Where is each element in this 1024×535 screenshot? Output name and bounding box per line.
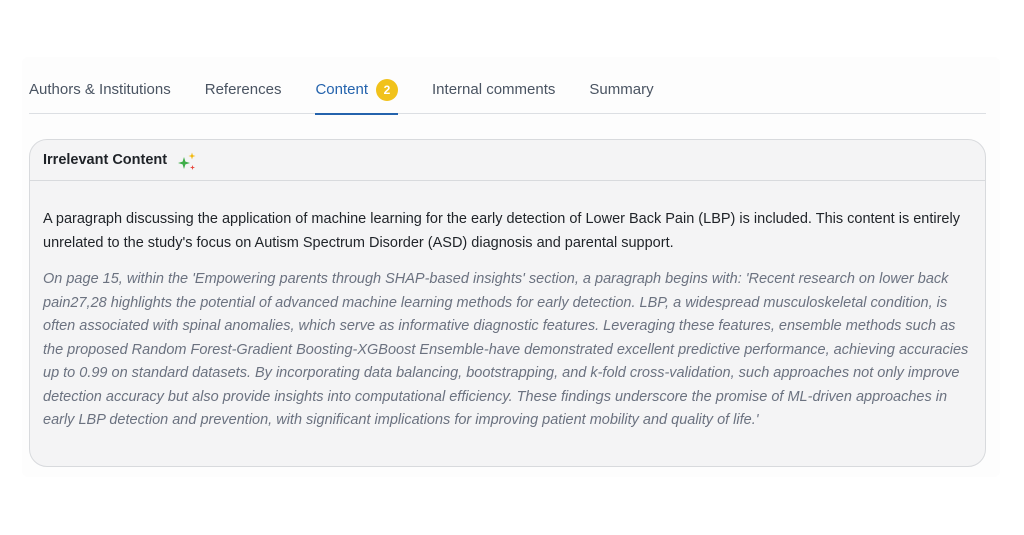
issue-summary: A paragraph discussing the application o… [43, 211, 960, 251]
tab-label: References [204, 81, 282, 98]
sparkle-icon [176, 151, 198, 173]
tab-content[interactable]: Content 2 [315, 70, 399, 115]
tab-label: Content [315, 81, 369, 98]
tab-internal-comments[interactable]: Internal comments [432, 70, 555, 114]
tab-label: Summary [589, 81, 654, 98]
tab-references[interactable]: References [205, 70, 282, 114]
source-quote: On page 15, within the 'Empowering paren… [43, 271, 969, 428]
card-body: A paragraph discussing the application o… [30, 181, 985, 433]
tab-label: Authors & Institutions [29, 81, 171, 98]
tab-authors-institutions[interactable]: Authors & Institutions [29, 70, 171, 114]
tab-label: Internal comments [432, 81, 556, 98]
irrelevant-content-card: Irrelevant Content A paragraph discussin… [29, 139, 986, 467]
tab-summary[interactable]: Summary [589, 70, 653, 114]
count-badge: 2 [376, 79, 399, 101]
card-header: Irrelevant Content [30, 140, 985, 181]
page: Authors & Institutions References Conten… [0, 0, 1024, 535]
tab-bar: Authors & Institutions References Conten… [29, 70, 986, 115]
card-title: Irrelevant Content [43, 152, 168, 168]
